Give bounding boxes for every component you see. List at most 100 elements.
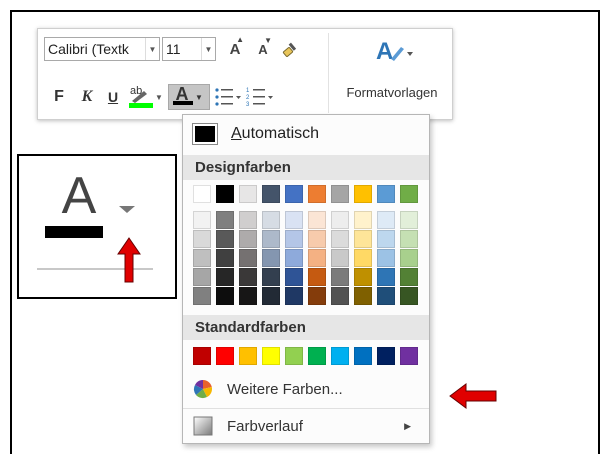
font-color-button[interactable]: A ▼ [168,84,210,110]
format-painter-icon[interactable] [282,40,300,58]
theme-color-swatch[interactable] [239,268,257,286]
theme-color-swatch[interactable] [354,249,372,267]
standard-color-swatch[interactable] [285,347,303,365]
styles-label[interactable]: Formatvorlagen [333,85,451,100]
numbered-list-icon[interactable]: 1 2 3 [246,85,274,109]
theme-color-swatch[interactable] [262,185,280,203]
theme-color-swatch[interactable] [400,211,418,229]
theme-color-swatch[interactable] [331,230,349,248]
theme-color-swatch[interactable] [193,211,211,229]
styles-icon[interactable]: A [374,37,414,63]
theme-color-swatch[interactable] [262,268,280,286]
theme-color-swatch[interactable] [400,185,418,203]
underline-button[interactable]: U [102,89,124,105]
highlight-button[interactable]: ab [128,85,154,109]
toolbar-row-format: F K U ab ▼ A ▼ 1 2 3 [48,84,274,110]
standard-color-swatch[interactable] [239,347,257,365]
standard-color-swatch[interactable] [193,347,211,365]
theme-color-swatch[interactable] [239,249,257,267]
font-color-bar [173,101,193,105]
theme-color-swatch[interactable] [308,185,326,203]
standard-color-swatch[interactable] [308,347,326,365]
theme-color-swatch[interactable] [216,287,234,305]
theme-color-swatch[interactable] [354,211,372,229]
gradient-label: Farbverlauf [227,417,303,435]
theme-color-swatch[interactable] [262,249,280,267]
theme-color-swatch[interactable] [308,287,326,305]
theme-color-swatch[interactable] [331,287,349,305]
theme-color-swatch[interactable] [239,287,257,305]
theme-color-swatch[interactable] [262,287,280,305]
theme-color-swatch[interactable] [377,230,395,248]
chevron-right-icon: ▶ [404,420,411,431]
bullet-list-icon[interactable] [214,85,242,109]
theme-color-swatch[interactable] [193,287,211,305]
color-wheel-icon [193,379,213,399]
theme-color-swatch[interactable] [193,230,211,248]
theme-color-swatch[interactable] [216,230,234,248]
font-name-combo[interactable]: Calibri (Textk ▼ [44,37,160,61]
font-name-value: Calibri (Textk [48,41,129,57]
chevron-down-icon[interactable]: ▼ [145,38,159,60]
theme-color-swatch[interactable] [239,185,257,203]
highlight-color-bar [129,103,153,108]
font-size-value: 11 [166,41,181,57]
theme-color-swatch[interactable] [377,249,395,267]
theme-color-swatch[interactable] [239,211,257,229]
theme-color-swatch[interactable] [216,185,234,203]
theme-color-swatch[interactable] [377,185,395,203]
theme-color-swatch[interactable] [331,249,349,267]
chevron-down-icon[interactable]: ▼ [195,93,203,102]
theme-color-swatch[interactable] [285,185,303,203]
theme-color-swatch[interactable] [354,185,372,203]
theme-color-swatch[interactable] [216,211,234,229]
theme-color-swatch[interactable] [285,211,303,229]
theme-color-swatch[interactable] [285,230,303,248]
theme-color-swatch[interactable] [285,249,303,267]
gradient-item[interactable]: Farbverlauf ▶ [183,409,429,443]
standard-color-swatch[interactable] [216,347,234,365]
theme-color-swatch[interactable] [331,268,349,286]
theme-color-swatch[interactable] [262,230,280,248]
theme-color-swatch[interactable] [377,287,395,305]
theme-color-swatch[interactable] [308,211,326,229]
theme-color-swatch[interactable] [193,249,211,267]
automatic-color-item[interactable]: Automatisch [183,115,429,153]
theme-color-swatch[interactable] [308,230,326,248]
standard-color-swatch[interactable] [262,347,280,365]
theme-color-swatch[interactable] [377,268,395,286]
theme-color-swatch[interactable] [216,268,234,286]
theme-color-swatch[interactable] [262,211,280,229]
theme-color-swatch[interactable] [354,230,372,248]
theme-color-swatch[interactable] [193,185,211,203]
theme-color-swatch[interactable] [400,249,418,267]
italic-button[interactable]: K [76,88,98,106]
bold-button[interactable]: F [48,88,70,106]
more-colors-item[interactable]: Weitere Farben... [183,372,429,406]
theme-color-swatch[interactable] [308,249,326,267]
theme-color-swatch[interactable] [400,287,418,305]
standard-color-swatch[interactable] [331,347,349,365]
theme-color-swatch[interactable] [377,211,395,229]
chevron-down-icon[interactable]: ▼ [201,38,215,60]
theme-color-swatch[interactable] [331,185,349,203]
theme-color-swatch[interactable] [354,287,372,305]
theme-color-swatch[interactable] [216,249,234,267]
theme-color-swatch[interactable] [354,268,372,286]
theme-color-swatch[interactable] [285,287,303,305]
chevron-down-icon [119,206,135,213]
theme-color-swatch[interactable] [239,230,257,248]
theme-color-swatch[interactable] [400,268,418,286]
theme-color-swatch[interactable] [193,268,211,286]
theme-color-swatch[interactable] [400,230,418,248]
font-shrink-icon[interactable]: A ▼ [254,36,272,57]
chevron-down-icon[interactable]: ▼ [154,93,164,102]
font-size-combo[interactable]: 11 ▼ [162,37,216,61]
theme-color-swatch[interactable] [308,268,326,286]
standard-color-swatch[interactable] [377,347,395,365]
theme-color-swatch[interactable] [285,268,303,286]
theme-color-swatch[interactable] [331,211,349,229]
font-grow-icon[interactable]: A ▲ [226,35,244,58]
standard-color-swatch[interactable] [400,347,418,365]
standard-color-swatch[interactable] [354,347,372,365]
